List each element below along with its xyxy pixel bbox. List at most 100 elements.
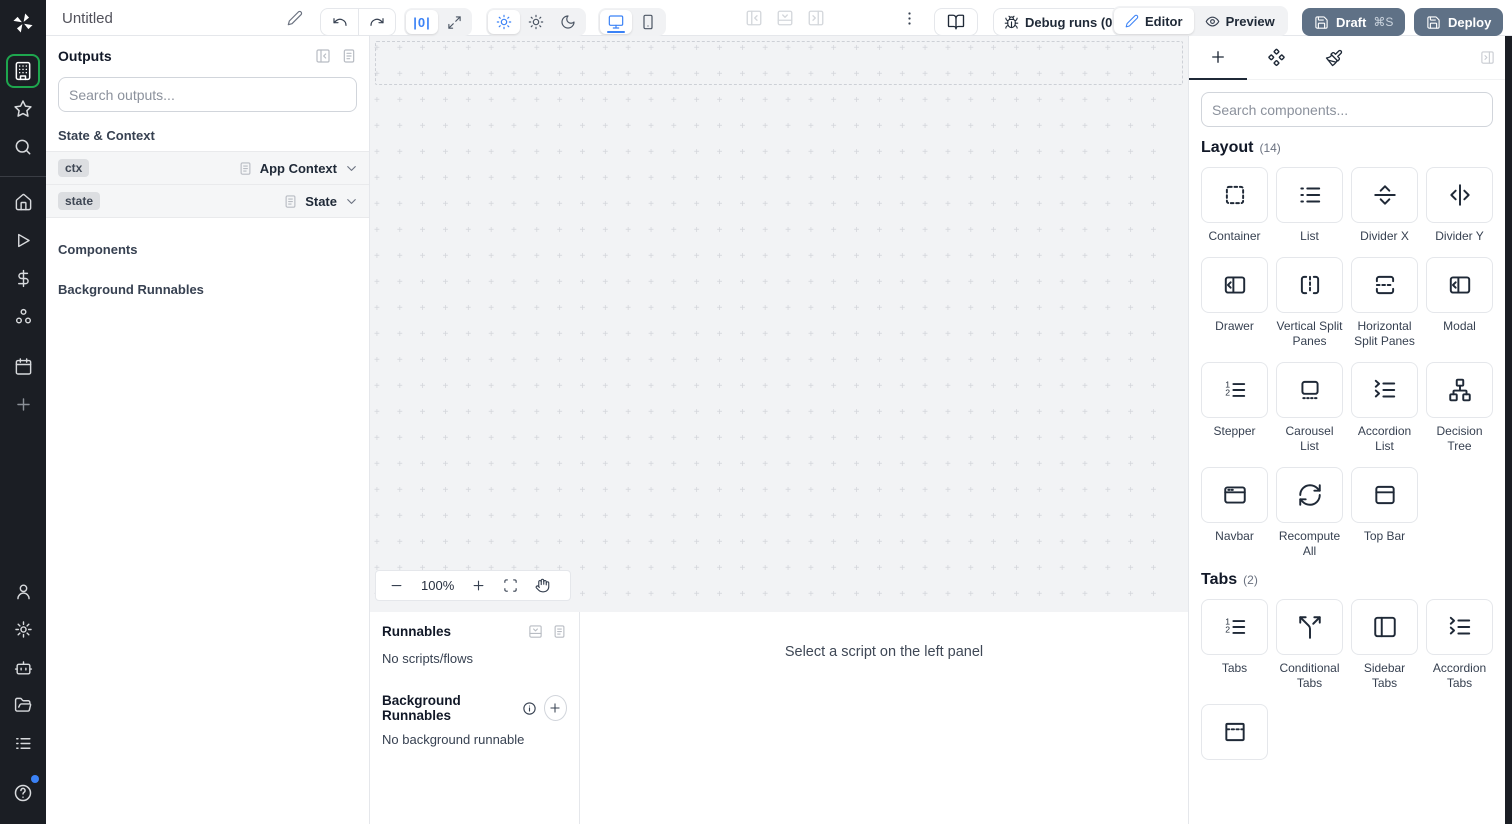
component-card-container[interactable]: Container xyxy=(1201,167,1268,244)
stepper-icon: 12 xyxy=(1222,614,1248,640)
undo-button[interactable] xyxy=(321,9,358,35)
more-menu-kebab-icon[interactable] xyxy=(901,10,918,27)
theme-dark-button[interactable] xyxy=(552,10,584,34)
component-card-navbar[interactable]: Navbar xyxy=(1201,467,1268,559)
stepper-icon: 12 xyxy=(1222,377,1248,403)
component-card-stepper[interactable]: 1 2 Stepper xyxy=(1201,362,1268,454)
component-card-horizontal-split-panes[interactable]: Horizontal Split Panes xyxy=(1351,257,1418,349)
component-card-divider-y[interactable]: Divider Y xyxy=(1426,167,1493,244)
help-button[interactable] xyxy=(6,775,40,810)
component-card-decision-tree[interactable]: Decision Tree xyxy=(1426,362,1493,454)
tab-styling[interactable] xyxy=(1305,36,1363,80)
edit-title-pencil-icon[interactable] xyxy=(287,10,303,26)
desktop-view-button[interactable] xyxy=(600,10,632,34)
editor-label: Editor xyxy=(1145,13,1183,29)
chevron-down-icon[interactable] xyxy=(344,161,359,176)
redo-button[interactable] xyxy=(358,9,395,35)
panel-left-toggle-icon[interactable] xyxy=(745,9,763,27)
tab-preview[interactable]: Preview xyxy=(1194,8,1286,34)
draft-save-button[interactable]: Draft ⌘S xyxy=(1302,8,1406,36)
tab-insert-component[interactable] xyxy=(1189,36,1247,80)
select-script-hint: Select a script on the left panel xyxy=(784,644,984,660)
component-card-vertical-split-panes[interactable]: Vertical Split Panes xyxy=(1276,257,1343,349)
moon-icon xyxy=(560,14,576,30)
section-title: Tabs xyxy=(1201,571,1238,588)
plus-icon xyxy=(1209,48,1227,66)
tree-icon xyxy=(1447,377,1473,403)
component-card-sidebar-tabs[interactable]: Sidebar Tabs xyxy=(1351,599,1418,691)
zoom-out-button[interactable] xyxy=(389,578,404,593)
tab-component-settings[interactable] xyxy=(1247,36,1305,80)
sidebar-item-schedules[interactable] xyxy=(6,349,40,383)
windmill-logo-icon[interactable] xyxy=(8,8,38,38)
search-components-input[interactable] xyxy=(1201,92,1493,127)
collapse-components-panel-icon[interactable] xyxy=(1480,50,1495,65)
component-label: Tabs xyxy=(1221,661,1248,675)
runnables-list-column: Runnables No scripts/flows Background Ru… xyxy=(370,612,580,824)
component-card-divider-x[interactable]: Divider X xyxy=(1351,167,1418,244)
canvas-drop-zone[interactable] xyxy=(375,41,1183,85)
output-row-ctx[interactable]: ctx App Context xyxy=(46,152,369,185)
component-card-recompute-all[interactable]: Recompute All xyxy=(1276,467,1343,559)
collapse-runnables-panel-icon[interactable] xyxy=(528,624,543,639)
windmill-app-editor: Untitled |0| Debug runs (0) Editor Previ… xyxy=(0,0,1512,824)
output-key-badge: state xyxy=(58,192,101,210)
sidebar-item-user[interactable] xyxy=(6,574,40,608)
component-card-hidden[interactable] xyxy=(1201,704,1268,766)
sidebar-item-resources[interactable] xyxy=(6,299,40,333)
add-background-runnable-button[interactable] xyxy=(543,695,567,721)
component-card-accordion-list[interactable]: Accordion List xyxy=(1351,362,1418,454)
component-card-list[interactable]: List xyxy=(1276,167,1343,244)
vsplit-icon xyxy=(1297,272,1323,298)
component-card-conditional-tabs[interactable]: Conditional Tabs xyxy=(1276,599,1343,691)
component-card-drawer[interactable]: Drawer xyxy=(1201,257,1268,349)
docs-button[interactable] xyxy=(934,8,978,36)
component-label: Horizontal Split Panes xyxy=(1354,319,1415,348)
maximize-icon xyxy=(447,15,462,30)
zero-width-toggle[interactable]: |0| xyxy=(406,10,438,34)
deploy-button[interactable]: Deploy xyxy=(1414,8,1504,36)
sidebar-item-favorites[interactable] xyxy=(6,92,40,126)
chevron-down-icon[interactable] xyxy=(344,194,359,209)
draft-label: Draft xyxy=(1336,14,1367,30)
sidebar-item-apps[interactable] xyxy=(6,54,40,88)
component-card-modal[interactable]: Modal xyxy=(1426,257,1493,349)
zoom-in-button[interactable] xyxy=(471,578,486,593)
sidebar-item-folders[interactable] xyxy=(6,688,40,722)
component-card-accordion-tabs[interactable]: Accordion Tabs xyxy=(1426,599,1493,691)
mobile-view-button[interactable] xyxy=(632,10,664,34)
sidebar-item-variables[interactable] xyxy=(6,261,40,295)
debug-runs-button[interactable]: Debug runs (0) xyxy=(993,8,1128,36)
runnables-doc-icon[interactable] xyxy=(552,624,567,639)
expand-canvas-button[interactable] xyxy=(438,10,470,34)
collapse-outputs-panel-icon[interactable] xyxy=(315,48,331,64)
pan-hand-button[interactable] xyxy=(535,578,550,593)
sidebar-item-runs[interactable] xyxy=(6,223,40,257)
svg-text:2: 2 xyxy=(1225,387,1230,397)
sidebar-item-home[interactable] xyxy=(6,185,40,219)
component-card-carousel-list[interactable]: Carousel List xyxy=(1276,362,1343,454)
sidebar-item-create[interactable] xyxy=(6,387,40,421)
info-icon[interactable] xyxy=(522,701,537,716)
output-row-state[interactable]: state State xyxy=(46,185,369,218)
sidebar-item-search[interactable] xyxy=(6,130,40,164)
panel-bottom-toggle-icon[interactable] xyxy=(776,9,794,27)
theme-auto-button[interactable] xyxy=(488,10,520,34)
draft-shortcut: ⌘S xyxy=(1373,15,1394,29)
preview-label: Preview xyxy=(1225,13,1275,29)
top-toolbar: Untitled |0| Debug runs (0) Editor Previ… xyxy=(46,0,1512,36)
eye-icon xyxy=(1205,14,1220,29)
theme-light-button[interactable] xyxy=(520,10,552,34)
panel-right-toggle-icon[interactable] xyxy=(807,9,825,27)
component-card-top-bar[interactable]: Top Bar xyxy=(1351,467,1418,559)
canvas-zoom-toolbar: 100% xyxy=(375,570,571,601)
tab-editor[interactable]: Editor xyxy=(1114,8,1194,34)
sidebar-item-settings[interactable] xyxy=(6,612,40,646)
book-icon xyxy=(947,13,965,31)
outputs-doc-icon[interactable] xyxy=(341,48,357,64)
search-outputs-input[interactable] xyxy=(58,77,357,112)
sidebar-item-ai[interactable] xyxy=(6,650,40,684)
sidebar-item-jobs[interactable] xyxy=(6,726,40,760)
fit-view-button[interactable] xyxy=(503,578,518,593)
component-card-tabs[interactable]: 1 2 Tabs xyxy=(1201,599,1268,691)
